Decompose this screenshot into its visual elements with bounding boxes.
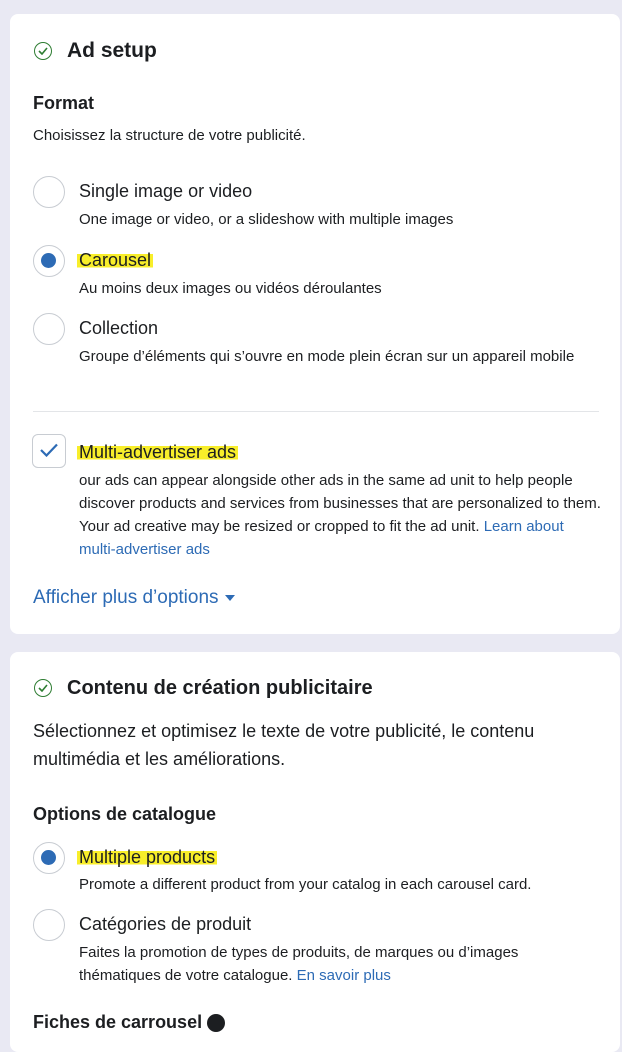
option-label-product-categories[interactable]: Catégories de produit xyxy=(79,914,251,935)
multi-advertiser-label-text: Multi-advertiser ads xyxy=(77,442,239,462)
multi-advertiser-label[interactable]: Multi-advertiser ads xyxy=(77,442,239,463)
section-divider xyxy=(33,411,599,412)
radio-collection[interactable] xyxy=(33,313,65,345)
multiple-products-label-text: Multiple products xyxy=(77,847,218,867)
multi-advertiser-description: our ads can appear alongside other ads i… xyxy=(79,469,604,561)
creative-description: Sélectionnez et optimisez le texte de vo… xyxy=(33,721,535,769)
caret-down-icon xyxy=(224,594,235,601)
ad-setup-title: Ad setup xyxy=(67,39,157,62)
carousel-cards-heading: Fiches de carrousel xyxy=(33,1012,226,1033)
radio-carousel[interactable] xyxy=(33,245,65,277)
option-desc-collection: Groupe d’éléments qui s’ouvre en mode pl… xyxy=(79,348,575,365)
creative-content-card: Contenu de création publicitaire Sélecti… xyxy=(10,652,620,1052)
info-icon[interactable] xyxy=(207,1014,226,1033)
show-more-options-text: Afficher plus d’options xyxy=(33,587,219,608)
catalog-options-heading: Options de catalogue xyxy=(33,804,217,824)
carousel-cards-heading-text: Fiches de carrousel xyxy=(33,1012,203,1032)
creative-title: Contenu de création publicitaire xyxy=(67,677,373,699)
option-label-collection[interactable]: Collection xyxy=(79,318,158,339)
format-heading: Format xyxy=(33,93,95,113)
ad-setup-card: Ad setup Format Choisissez la structure … xyxy=(10,14,620,634)
option-label-carousel[interactable]: Carousel xyxy=(77,250,154,271)
multi-advertiser-checkbox[interactable] xyxy=(32,434,66,468)
option-desc-carousel: Au moins deux images ou vidéos déroulant… xyxy=(79,280,382,297)
option-desc-single-image: One image or video, or a slideshow with … xyxy=(79,211,454,228)
show-more-options-link[interactable]: Afficher plus d’options xyxy=(33,587,235,609)
option-desc-product-categories: Faites la promotion de types de produits… xyxy=(79,941,599,987)
format-description: Choisissez la structure de votre publici… xyxy=(33,127,306,144)
option-label-single-image[interactable]: Single image or video xyxy=(79,181,252,202)
learn-more-link[interactable]: En savoir plus xyxy=(297,967,391,984)
completed-check-icon xyxy=(34,42,52,60)
option-desc-multiple-products: Promote a different product from your ca… xyxy=(79,876,532,893)
option-label-multiple-products[interactable]: Multiple products xyxy=(77,847,218,868)
completed-check-icon xyxy=(34,679,52,697)
carousel-label-text: Carousel xyxy=(77,250,154,270)
radio-single-image[interactable] xyxy=(33,176,65,208)
radio-product-categories[interactable] xyxy=(33,909,65,941)
radio-multiple-products[interactable] xyxy=(33,842,65,874)
